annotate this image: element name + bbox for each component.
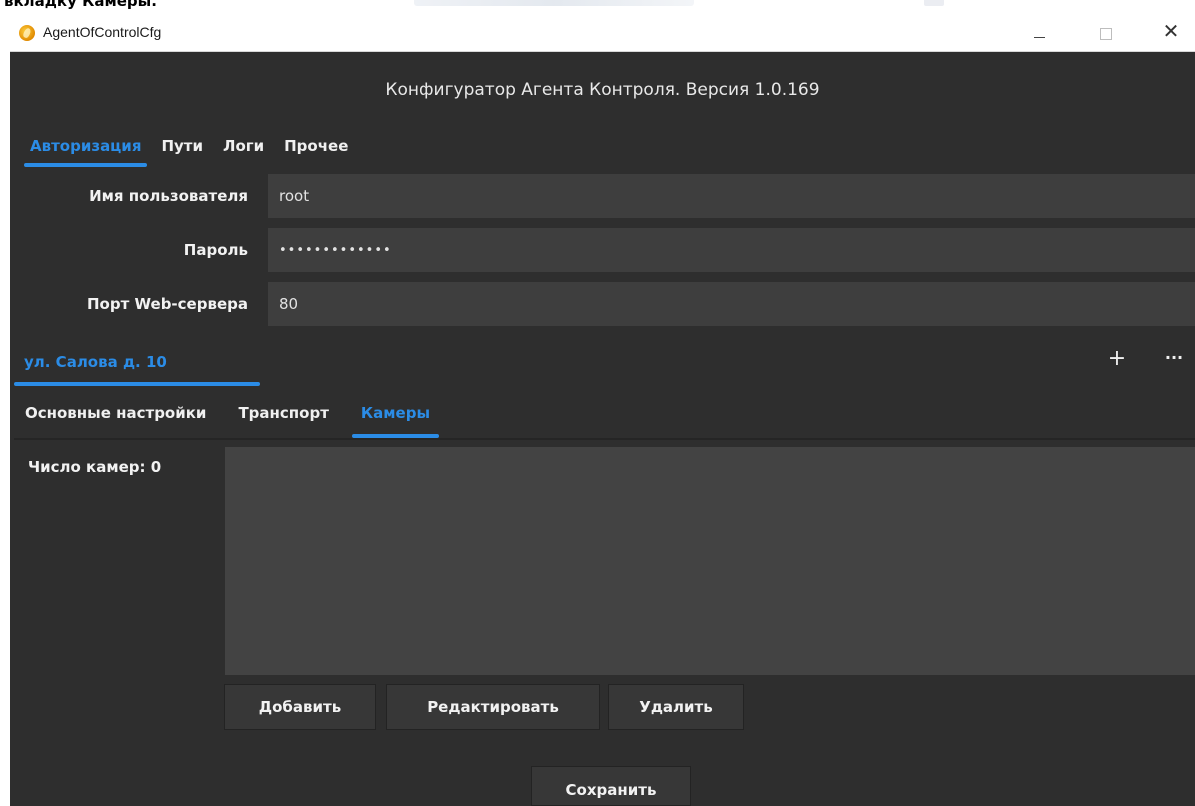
web-port-field[interactable] [268,282,1195,326]
edit-camera-button[interactable]: Редактировать [386,684,600,730]
camera-list[interactable] [225,447,1195,675]
location-tab-label: ул. Салова д. 10 [24,353,167,371]
app-window: AgentOfControlCfg ✕ Конфигуратор Агента … [10,14,1195,806]
caption-text: вкладку Камеры. [4,0,157,10]
tab-other[interactable]: Прочее [274,127,358,167]
main-tabbar: Авторизация Пути Логи Прочее [20,127,358,167]
more-options-button[interactable]: ··· [1160,344,1188,376]
password-row: Пароль [10,228,1195,272]
minimize-button[interactable] [1016,14,1062,52]
camera-count-label: Число камер: 0 [28,458,162,476]
tab-general-settings[interactable]: Основные настройки [14,392,217,438]
blurred-background-text [924,0,944,6]
tab-logs[interactable]: Логи [213,127,274,167]
window-title: AgentOfControlCfg [43,24,162,40]
close-button[interactable]: ✕ [1148,14,1194,52]
page-title: Конфигуратор Агента Контроля. Версия 1.0… [385,80,820,100]
tab-location[interactable]: ул. Салова д. 10 [14,342,260,386]
password-field[interactable] [268,228,1195,272]
title-bar[interactable]: AgentOfControlCfg ✕ [10,14,1195,52]
document-caption: вкладку Камеры. [4,0,944,10]
tab-transport[interactable]: Транспорт [227,392,339,438]
tab-authorization[interactable]: Авторизация [20,127,151,167]
web-port-row: Порт Web-сервера [10,282,1195,326]
tab-cameras[interactable]: Камеры [350,392,441,438]
subtab-divider [14,438,1195,440]
username-label: Имя пользователя [89,187,248,205]
add-location-button[interactable]: + [1105,344,1129,376]
add-camera-button[interactable]: Добавить [224,684,376,730]
blurred-background-text [414,0,694,6]
password-label: Пароль [183,241,248,259]
tab-paths[interactable]: Пути [151,127,213,167]
delete-camera-button[interactable]: Удалить [608,684,744,730]
save-button[interactable]: Сохранить [531,766,691,806]
app-icon [19,25,35,41]
maximize-button[interactable] [1082,14,1128,52]
web-port-label: Порт Web-сервера [87,295,248,313]
username-field[interactable] [268,174,1195,218]
location-subtabbar: Основные настройки Транспорт Камеры [14,392,451,438]
username-row: Имя пользователя [10,174,1195,218]
location-tab-indicator [14,382,260,386]
